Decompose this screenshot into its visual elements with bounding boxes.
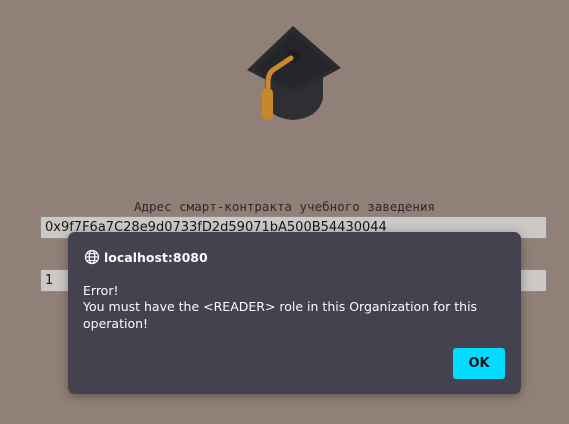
dialog-header: localhost:8080: [84, 248, 208, 266]
contract-address-label: Адрес смарт-контракта учебного заведения: [133, 199, 436, 214]
globe-icon: [84, 249, 100, 265]
dialog-message-title: Error!: [83, 283, 119, 298]
alert-dialog: localhost:8080 Error! You must have the …: [68, 232, 521, 394]
graduation-cap-icon: [247, 26, 341, 120]
dialog-message: Error! You must have the <READER> role i…: [83, 283, 508, 332]
ok-button[interactable]: OK: [453, 348, 505, 379]
dialog-message-body: You must have the <READER> role in this …: [83, 299, 478, 331]
dialog-origin: localhost:8080: [104, 249, 208, 265]
